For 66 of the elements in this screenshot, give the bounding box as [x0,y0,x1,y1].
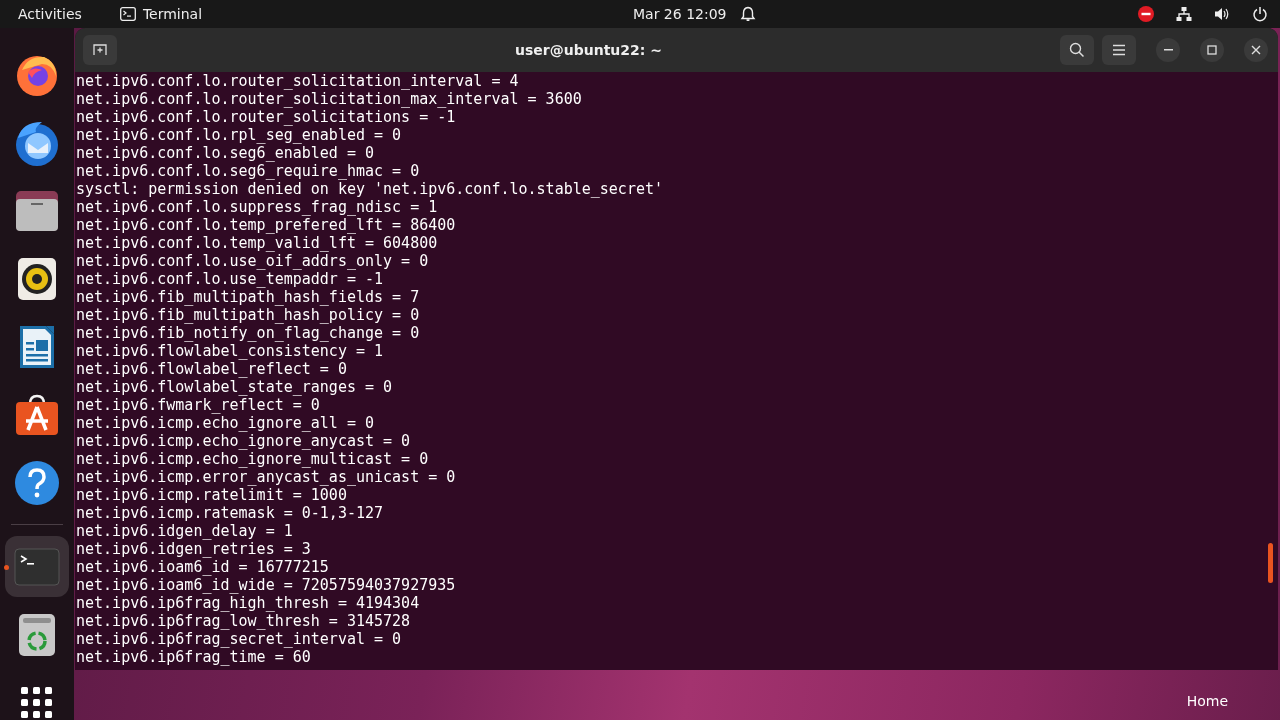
terminal-line: net.ipv6.fib_multipath_hash_fields = 7 [76,288,421,306]
shopping-bag-icon [14,393,60,436]
terminal-line: net.ipv6.idgen_delay = 1 [76,522,294,540]
running-indicator [4,565,9,570]
terminal-line: net.ipv6.fib_notify_on_flag_change = 0 [76,324,421,342]
terminal-line: net.ipv6.ip6frag_high_thresh = 4194304 [76,594,421,612]
menu-button[interactable] [1102,35,1136,65]
speaker-icon [17,256,57,301]
terminal-line: net.ipv6.icmp.ratemask = 0-1,3-127 [76,504,385,522]
bell-icon [740,6,757,22]
terminal-line: net.ipv6.ioam6_id_wide = 72057594037927935 [76,576,457,594]
document-icon [18,323,56,370]
new-tab-button[interactable] [83,35,117,65]
search-icon [1069,42,1085,58]
terminal-line: sysctl: permission denied on key 'net.ipv6.conf.lo.stable_secret' [76,180,664,198]
terminal-line: net.ipv6.ioam6_id = 16777215 [76,558,330,576]
terminal-line: net.ipv6.fwmark_reflect = 0 [76,396,321,414]
do-not-disturb-icon [1138,6,1154,22]
app-grid-icon [21,686,53,719]
terminal-line: net.ipv6.icmp.echo_ignore_multicast = 0 [76,450,430,468]
terminal-line: net.ipv6.conf.lo.router_solicitations = -1 [76,108,457,126]
scrollbar-thumb[interactable] [1268,543,1273,583]
terminal-line: net.ipv6.ip6frag_low_thresh = 3145728 [76,612,412,630]
terminal-line: net.ipv6.conf.lo.rpl_seg_enabled = 0 [76,126,403,144]
terminal-line: net.ipv6.flowlabel_state_ranges = 0 [76,378,394,396]
network-icon [1176,6,1192,22]
terminal-line: net.ipv6.ip6frag_secret_interval = 0 [76,630,403,648]
maximize-icon [1207,45,1217,55]
terminal-line: net.ipv6.conf.lo.temp_valid_lft = 604800 [76,234,439,252]
search-button[interactable] [1060,35,1094,65]
terminal-line: net.ipv6.flowlabel_reflect = 0 [76,360,348,378]
terminal-line: net.ipv6.conf.lo.seg6_require_hmac = 0 [76,162,421,180]
terminal-line: net.ipv6.conf.lo.temp_prefered_lft = 86400 [76,216,457,234]
help-icon [14,459,60,506]
volume-icon [1214,6,1230,22]
terminal-line: net.ipv6.flowlabel_consistency = 1 [76,342,385,360]
power-icon [1252,6,1268,22]
terminal-line: net.ipv6.icmp.error_anycast_as_unicast = 0 [76,468,457,486]
minimize-icon [1163,49,1173,51]
terminal-line: net.ipv6.idgen_retries = 3 [76,540,312,558]
terminal-line: net.ipv6.icmp.echo_ignore_all = 0 [76,414,375,432]
terminal-line: net.ipv6.icmp.ratelimit = 1000 [76,486,348,504]
terminal-line: net.ipv6.conf.lo.router_solicitation_max_interval = 3600 [76,90,583,108]
clock[interactable]: Mar 26 12:09 [633,6,727,22]
desktop-icon-label[interactable]: Home [1186,693,1228,709]
app-menu[interactable]: Terminal [142,6,203,22]
terminal-line: net.ipv6.conf.lo.suppress_frag_ndisc = 1 [76,198,439,216]
activities-button[interactable]: Activities [18,6,82,22]
terminal-line: net.ipv6.conf.lo.router_solicitation_interval = 4 [76,72,520,90]
close-icon [1251,45,1261,55]
terminal-icon [119,7,136,21]
window-title: user@ubuntu22: ~ [514,42,663,58]
trash-icon [18,612,56,657]
terminal-line: net.ipv6.conf.lo.use_tempaddr = -1 [76,270,385,288]
terminal-line: net.ipv6.ip6frag_time = 60 [76,648,312,666]
menu-icon [1112,44,1126,56]
minimize-button[interactable] [1156,38,1180,62]
folder-icon [14,188,60,233]
terminal-icon [14,547,60,586]
terminal-line: net.ipv6.icmp.echo_ignore_anycast = 0 [76,432,412,450]
terminal-line: net.ipv6.conf.lo.seg6_enabled = 0 [76,144,375,162]
terminal-line: net.ipv6.fib_multipath_hash_policy = 0 [76,306,421,324]
new-tab-icon [93,44,107,56]
maximize-button[interactable] [1200,38,1224,62]
terminal-line: net.ipv6.conf.lo.use_oif_addrs_only = 0 [76,252,430,270]
close-button[interactable] [1244,38,1268,62]
